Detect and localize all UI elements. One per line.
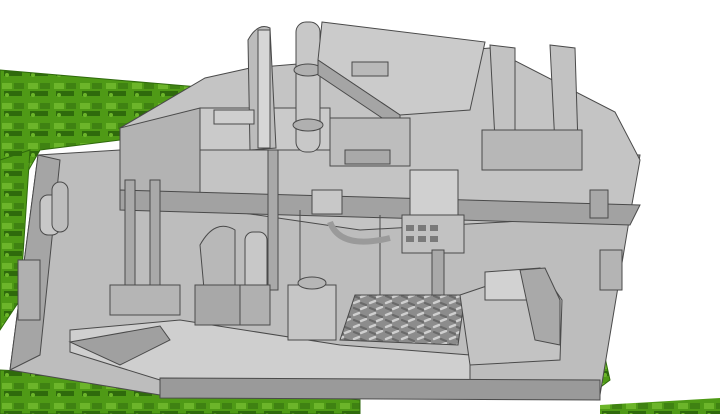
cad-model-scene	[0, 0, 720, 414]
